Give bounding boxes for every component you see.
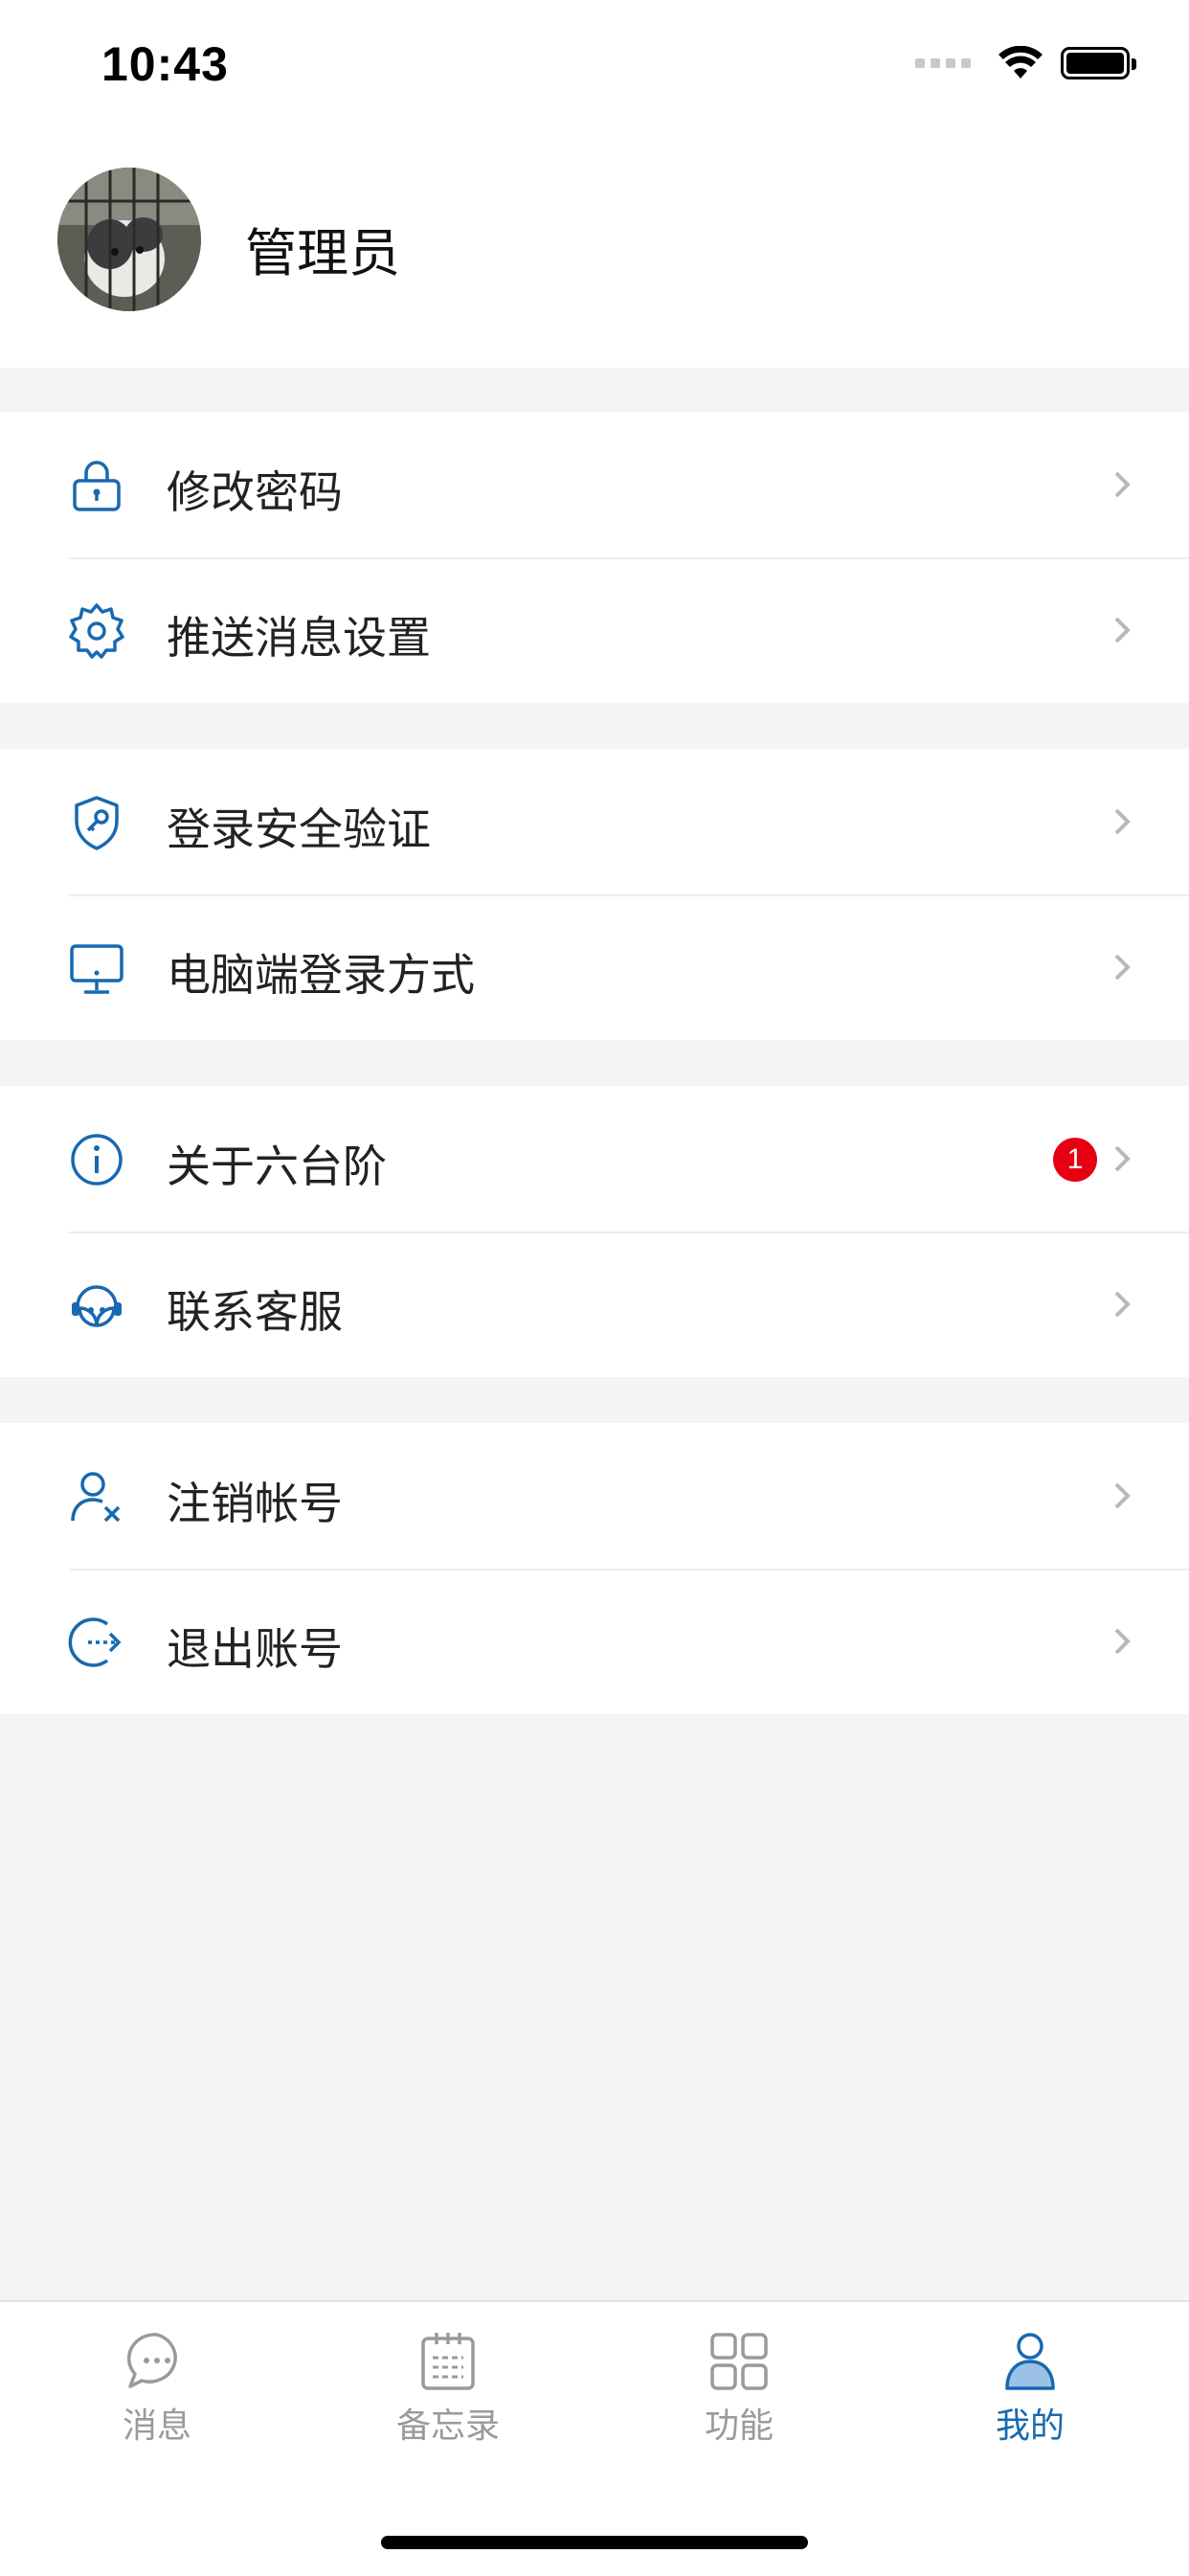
tab-functions[interactable]: 功能: [653, 2329, 825, 2448]
menu-item-label: 登录安全验证: [167, 803, 431, 855]
menu-item-label: 关于六台阶: [167, 1141, 387, 1192]
settings-group-about: 关于六台阶 1 联系客服: [0, 1086, 1189, 1377]
menu-item-logout[interactable]: 退出账号: [0, 1569, 1189, 1714]
headset-icon: [72, 1285, 122, 1327]
tab-memo[interactable]: 备忘录: [362, 2329, 534, 2448]
menu-item-change-password[interactable]: 修改密码: [0, 412, 1189, 557]
calendar-note-icon: [421, 2333, 475, 2390]
user-remove-icon: [71, 1472, 121, 1523]
avatar-cat-image: [57, 168, 201, 311]
menu-item-contact-support[interactable]: 联系客服: [0, 1232, 1189, 1377]
monitor-icon: [70, 944, 123, 994]
chevron-right-icon: [1114, 617, 1131, 644]
home-indicator: [381, 2536, 808, 2549]
tab-mine[interactable]: 我的: [944, 2329, 1116, 2448]
person-icon: [1005, 2333, 1055, 2390]
gear-icon: [69, 603, 124, 659]
tab-label: 消息: [122, 2407, 191, 2446]
tab-label: 功能: [704, 2407, 774, 2446]
wifi-icon: [998, 46, 1043, 79]
status-bar: 10:43: [0, 0, 1189, 124]
tab-label: 我的: [995, 2407, 1065, 2446]
settings-group-account: 修改密码 推送消息设置: [0, 412, 1189, 703]
menu-item-label: 联系客服: [167, 1286, 343, 1338]
profile-name: 管理员: [245, 223, 400, 283]
bottom-tab-bar: 消息 备忘录 功能 我的: [0, 2300, 1189, 2576]
chevron-right-icon: [1114, 1291, 1131, 1318]
tab-label: 备忘录: [395, 2407, 500, 2446]
chevron-right-icon: [1114, 1628, 1131, 1655]
menu-item-about[interactable]: 关于六台阶 1: [0, 1086, 1189, 1232]
menu-item-push-settings[interactable]: 推送消息设置: [0, 557, 1189, 703]
chevron-right-icon: [1114, 954, 1131, 981]
chevron-right-icon: [1114, 1482, 1131, 1509]
chevron-right-icon: [1114, 471, 1131, 498]
menu-item-label: 退出账号: [167, 1623, 343, 1675]
chat-bubble-icon: [126, 2333, 177, 2388]
profile-header[interactable]: 管理员: [0, 124, 1189, 368]
avatar[interactable]: [57, 168, 201, 311]
menu-item-label: 注销帐号: [167, 1478, 343, 1529]
menu-item-label: 修改密码: [167, 466, 343, 518]
menu-item-label: 电脑端登录方式: [167, 949, 475, 1001]
menu-item-label: 推送消息设置: [167, 612, 431, 664]
chevron-right-icon: [1114, 1145, 1131, 1172]
menu-item-login-security[interactable]: 登录安全验证: [0, 749, 1189, 894]
status-icons: [915, 42, 1136, 84]
info-icon: [71, 1134, 123, 1186]
battery-icon: [1061, 47, 1136, 79]
shield-key-icon: [75, 796, 119, 850]
lock-icon: [73, 461, 121, 511]
status-time: 10:43: [101, 37, 229, 91]
menu-item-pc-login[interactable]: 电脑端登录方式: [0, 894, 1189, 1040]
grid-icon: [710, 2333, 768, 2390]
cellular-signal-icon: [915, 58, 971, 68]
tab-messages[interactable]: 消息: [71, 2329, 243, 2448]
menu-item-delete-account[interactable]: 注销帐号: [0, 1423, 1189, 1569]
logout-icon: [68, 1617, 122, 1667]
chevron-right-icon: [1114, 808, 1131, 835]
notification-badge: 1: [1053, 1138, 1097, 1182]
settings-group-logout: 注销帐号 退出账号: [0, 1423, 1189, 1714]
settings-group-security: 登录安全验证 电脑端登录方式: [0, 749, 1189, 1040]
